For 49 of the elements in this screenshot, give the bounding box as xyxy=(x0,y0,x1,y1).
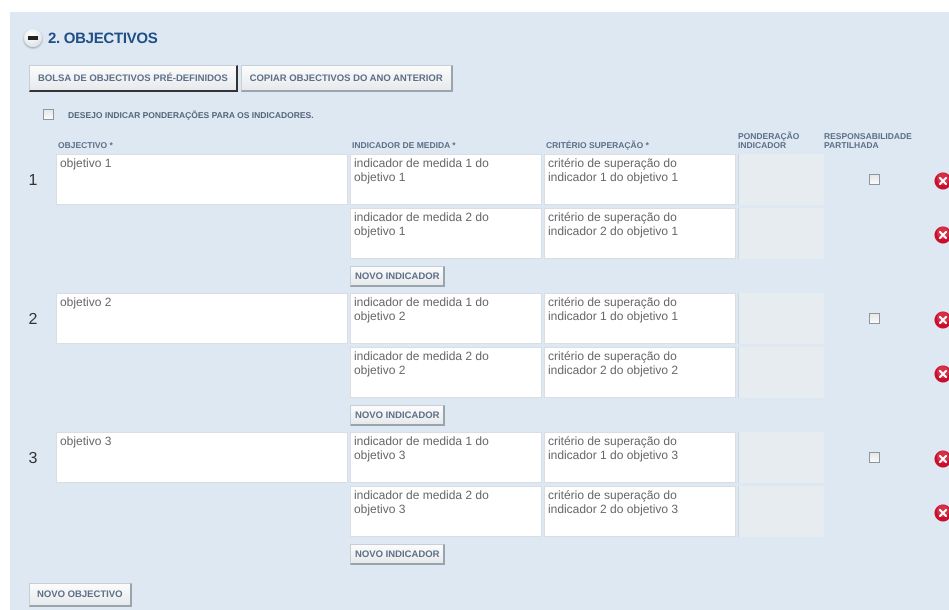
delete-icon[interactable] xyxy=(934,311,949,329)
checkbox[interactable] xyxy=(43,109,54,120)
weight-field[interactable] xyxy=(738,154,824,205)
objective-number: 1 xyxy=(28,172,38,190)
indicator-field[interactable]: indicador de medida 2 do objetivo 2 xyxy=(350,347,542,398)
minus-icon xyxy=(28,36,38,40)
checkbox[interactable] xyxy=(868,452,880,463)
indicator-field[interactable]: indicador de medida 1 do objetivo 2 xyxy=(350,293,542,344)
objective-number: 2 xyxy=(28,311,38,329)
weight-field[interactable] xyxy=(738,347,824,398)
indicator-field[interactable]: indicador de medida 1 do objetivo 3 xyxy=(350,432,542,483)
collapse-button[interactable] xyxy=(24,29,42,47)
weight-field[interactable] xyxy=(738,432,824,483)
checkbox-label: DESEJO INDICAR PONDERAÇÕES PARA OS INDICADORES. xyxy=(68,110,314,120)
weight-field[interactable] xyxy=(738,486,824,537)
weight-field[interactable] xyxy=(738,293,824,344)
criterion-field[interactable]: critério de superação do indicador 1 do objetivo 3 xyxy=(544,432,736,483)
add-objective-button[interactable]: NOVO OBJECTIVO xyxy=(29,583,132,607)
indicator-field[interactable]: indicador de medida 2 do objetivo 1 xyxy=(350,208,542,259)
checkbox[interactable] xyxy=(868,174,880,185)
objective-number: 3 xyxy=(28,450,38,468)
delete-icon[interactable] xyxy=(934,226,949,244)
objective-field[interactable]: objetivo 1 xyxy=(56,154,348,205)
column-header: PONDERAÇÃO INDICADOR xyxy=(738,132,798,152)
delete-icon[interactable] xyxy=(934,172,949,190)
column-header: INDICADOR DE MEDIDA * xyxy=(351,141,457,152)
delete-icon[interactable] xyxy=(934,450,949,468)
toolbar-button[interactable]: COPIAR OBJECTIVOS DO ANO ANTERIOR xyxy=(240,65,453,92)
add-indicator-button[interactable]: NOVO INDICADOR xyxy=(350,405,446,426)
toolbar-button[interactable]: BOLSA DE OBJECTIVOS PRÉ-DEFINIDOS xyxy=(29,65,238,92)
indicator-field[interactable]: indicador de medida 1 do objetivo 1 xyxy=(350,154,542,205)
delete-icon[interactable] xyxy=(934,365,949,383)
objective-field[interactable]: objetivo 2 xyxy=(56,293,348,344)
column-header: RESPONSABILIDADE PARTILHADA xyxy=(824,132,913,152)
add-indicator-button[interactable]: NOVO INDICADOR xyxy=(350,544,446,565)
criterion-field[interactable]: critério de superação do indicador 2 do objetivo 2 xyxy=(544,347,736,398)
criterion-field[interactable]: critério de superação do indicador 2 do objetivo 3 xyxy=(544,486,736,537)
criterion-field[interactable]: critério de superação do indicador 1 do objetivo 1 xyxy=(544,293,736,344)
objective-field[interactable]: objetivo 3 xyxy=(56,432,348,483)
criterion-field[interactable]: critério de superação do indicador 1 do objetivo 1 xyxy=(544,154,736,205)
column-header: CRITÉRIO SUPERAÇÃO * xyxy=(545,141,650,152)
indicator-field[interactable]: indicador de medida 2 do objetivo 3 xyxy=(350,486,542,537)
delete-icon[interactable] xyxy=(934,504,949,522)
criterion-field[interactable]: critério de superação do indicador 2 do objetivo 1 xyxy=(544,208,736,259)
column-header: OBJECTIVO * xyxy=(57,141,114,152)
weight-field[interactable] xyxy=(738,208,824,259)
checkbox[interactable] xyxy=(868,313,880,324)
section-title: 2. OBJECTIVOS xyxy=(48,30,158,46)
add-indicator-button[interactable]: NOVO INDICADOR xyxy=(350,266,446,287)
